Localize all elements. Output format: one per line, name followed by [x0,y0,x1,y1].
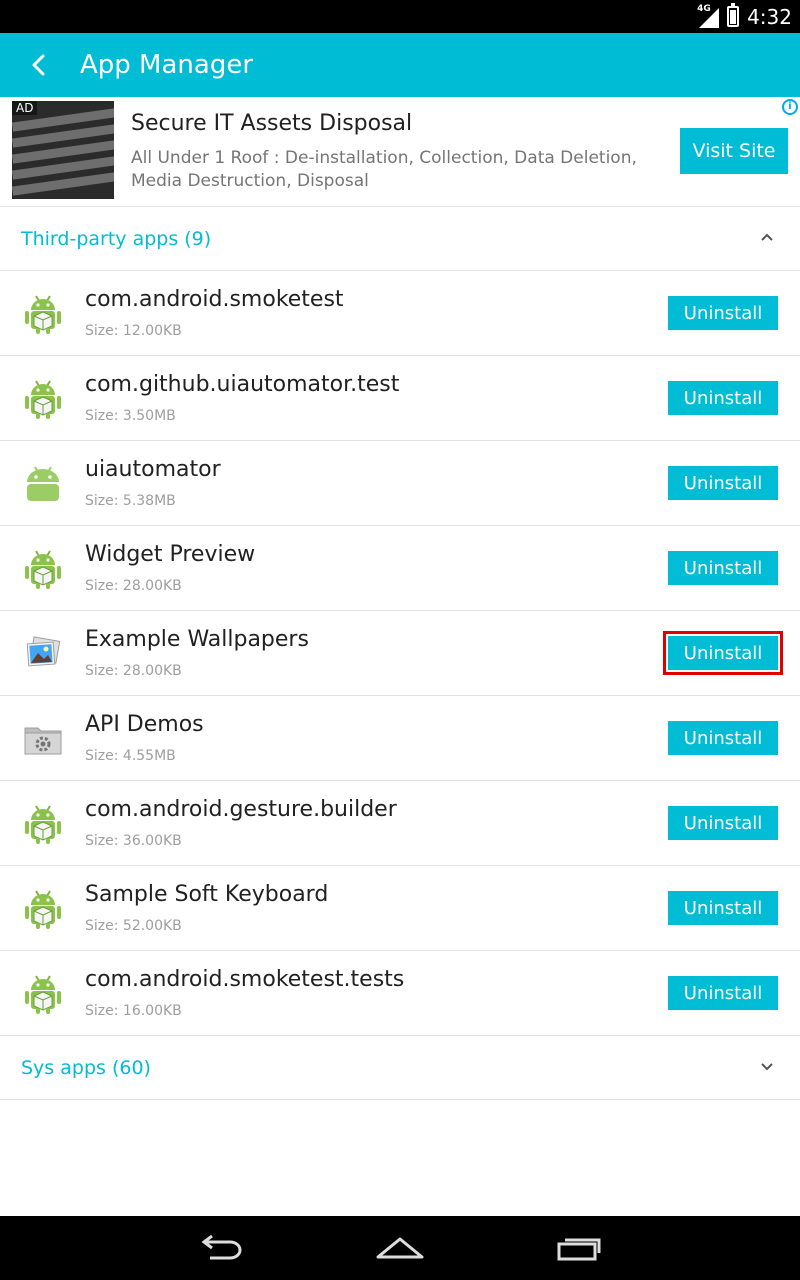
app-size: Size: 36.00KB [85,833,182,849]
signal-icon: 4G [697,4,720,28]
ad-banner[interactable]: AD i Secure IT Assets Disposal All Under… [0,97,800,207]
chevron-down-icon [761,1063,773,1071]
clock: 4:32 [747,4,792,29]
ad-title[interactable]: Secure IT Assets Disposal [131,111,412,136]
app-row[interactable]: uiautomator Size: 5.38MB Uninstall [0,441,800,526]
app-row[interactable]: com.github.uiautomator.test Size: 3.50MB U… [0,356,800,441]
android-package-icon [22,973,64,1015]
android-package-icon [22,888,64,930]
page-title: App Manager [80,50,254,80]
android-package-icon [22,293,64,335]
app-row[interactable]: com.android.smoketest.tests Size: 16.00KB… [0,951,800,1036]
app-name: API Demos [85,712,204,737]
app-row[interactable]: Example Wallpapers Size: 28.00KB Uninstall [0,611,800,696]
ad-badge: AD [12,101,38,115]
nav-home-button[interactable] [370,1228,430,1268]
wallpapers-icon [22,633,64,675]
nav-back-button[interactable] [190,1228,250,1268]
settings-folder-icon [22,718,64,760]
nav-home-icon [376,1237,424,1259]
back-button[interactable] [8,33,68,97]
android-package-icon [22,548,64,590]
app-size: Size: 28.00KB [85,578,182,594]
app-name: com.github.uiautomator.test [85,372,400,397]
uninstall-button[interactable]: Uninstall [668,296,778,330]
uninstall-button[interactable]: Uninstall [668,551,778,585]
app-name: Widget Preview [85,542,256,567]
app-name: Example Wallpapers [85,627,309,652]
ad-image[interactable] [12,101,114,199]
android-package-icon [22,378,64,420]
uninstall-button[interactable]: Uninstall [668,466,778,500]
visit-site-button[interactable]: Visit Site [680,128,788,174]
nav-back-icon [201,1234,242,1260]
app-name: com.android.smoketest.tests [85,967,405,992]
back-arrow-icon [32,54,45,76]
ad-info-icon[interactable]: i [782,99,798,115]
uninstall-button[interactable]: Uninstall [663,631,783,675]
uninstall-button[interactable]: Uninstall [668,806,778,840]
app-size: Size: 52.00KB [85,918,182,934]
app-size: Size: 16.00KB [85,1003,182,1019]
chevron-up-icon [761,233,773,241]
app-size: Size: 3.50MB [85,408,176,424]
app-bar: App Manager [0,33,800,97]
navigation-bar [0,1216,800,1280]
app-row[interactable]: com.android.gesture.builder Size: 36.00KB… [0,781,800,866]
uninstall-button[interactable]: Uninstall [668,721,778,755]
app-row[interactable]: Sample Soft Keyboard Size: 52.00KB Uninsta… [0,866,800,951]
app-size: Size: 12.00KB [85,323,182,339]
ad-description: All Under 1 Roof : De-installation, Coll… [131,148,637,191]
android-robot-icon [22,463,64,505]
uninstall-button[interactable]: Uninstall [668,891,778,925]
section-third-party-apps[interactable]: Third-party apps (9) [0,207,800,271]
app-size: Size: 5.38MB [85,493,176,509]
nav-recents-button[interactable] [550,1228,610,1268]
status-bar: 4G 4:32 [0,0,800,33]
app-size: Size: 28.00KB [85,663,182,679]
app-name: uiautomator [85,457,221,482]
app-name: com.android.gesture.builder [85,797,397,822]
battery-icon [727,3,740,27]
uninstall-button[interactable]: Uninstall [668,976,778,1010]
status-icons: 4G 4:32 [697,0,792,33]
app-name: Sample Soft Keyboard [85,882,329,907]
section-sys-apps[interactable]: Sys apps (60) [0,1036,800,1100]
app-size: Size: 4.55MB [85,748,176,764]
app-row[interactable]: Widget Preview Size: 28.00KB Uninstall [0,526,800,611]
app-row[interactable]: API Demos Size: 4.55MB Uninstall [0,696,800,781]
app-row[interactable]: com.android.smoketest Size: 12.00KB Uninst… [0,271,800,356]
app-name: com.android.smoketest [85,287,344,312]
section-label: Third-party apps (9) [21,227,212,250]
section-label: Sys apps (60) [21,1056,151,1079]
android-package-icon [22,803,64,845]
nav-recents-icon [557,1238,601,1261]
uninstall-button[interactable]: Uninstall [668,381,778,415]
